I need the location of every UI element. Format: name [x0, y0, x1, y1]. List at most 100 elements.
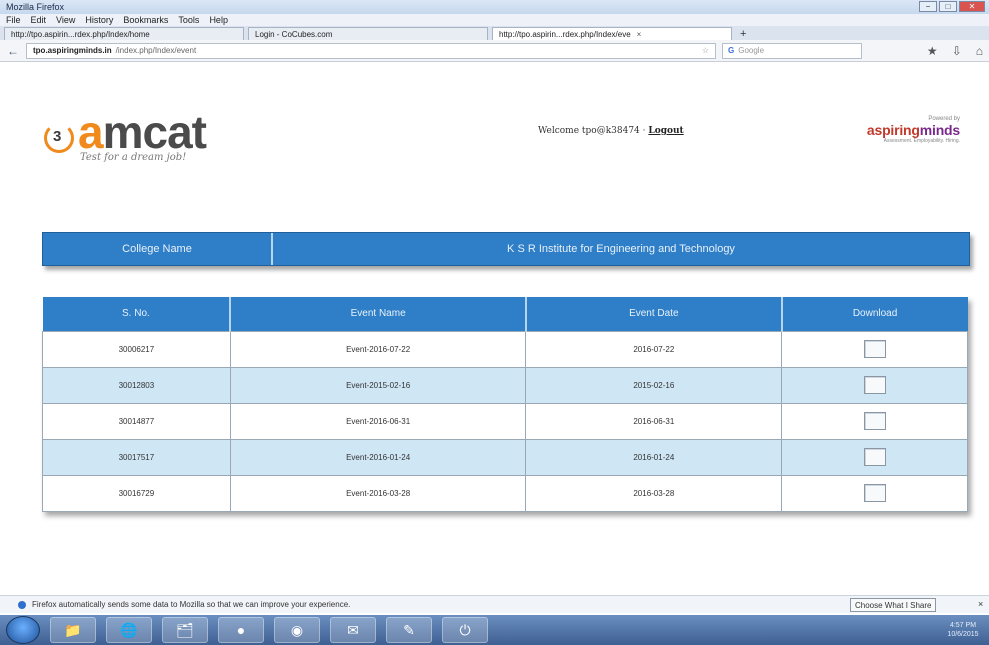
windows-taskbar: 📁 🌐 🗂 ● ◉ ✉ ✎ ⏻ 4:57 PM 10/6/2015 [0, 615, 989, 645]
tab-event[interactable]: http://tpo.aspirin...rdex.php/Index/eve … [492, 27, 732, 40]
cell-event-name: Event-2016-06-31 [229, 402, 527, 440]
header-event-name: Event Name [230, 297, 527, 331]
brand-name-b: minds [919, 122, 960, 138]
logout-link[interactable]: Logout [648, 126, 683, 136]
minimize-button[interactable]: − [919, 1, 937, 12]
tab-cocubes-label: Login - CoCubes.com [255, 29, 333, 39]
taskbar-chrome-icon[interactable]: ◉ [274, 617, 320, 643]
cell-event-date: 2015-02-16 [525, 366, 783, 404]
menu-history[interactable]: History [85, 15, 113, 25]
table-row: 30016729 Event-2016-03-28 2016-03-28 [42, 474, 968, 512]
home-icon[interactable]: ⌂ [976, 44, 983, 58]
notification-close-icon[interactable]: × [978, 599, 983, 609]
url-host: tpo.aspiringminds.in [33, 46, 112, 55]
events-table: S. No. Event Name Event Date Download 30… [42, 297, 968, 512]
toolbar-icons: ★ ⇩ ⌂ [927, 44, 983, 58]
clock-date: 10/6/2015 [947, 631, 979, 638]
header-event-date: Event Date [525, 297, 783, 331]
cell-download [781, 366, 968, 404]
college-name-label: College Name [43, 233, 273, 265]
window-titlebar: Mozilla Firefox − □ ✕ [0, 0, 989, 14]
download-checkbox[interactable] [863, 376, 886, 394]
amcat-logo[interactable]: amcat Test for a dream job! [44, 109, 207, 163]
menu-view[interactable]: View [56, 15, 75, 25]
cell-event-name: Event-2016-03-28 [229, 474, 527, 512]
bookmark-star-icon[interactable]: ☆ [702, 46, 709, 55]
taskbar-clock[interactable]: 4:57 PM 10/6/2015 [943, 621, 983, 639]
aspiringminds-logo[interactable]: Powered by aspiringminds Assessment. Emp… [828, 116, 960, 144]
cell-event-date: 2016-03-28 [525, 474, 783, 512]
cell-download [781, 330, 968, 368]
download-checkbox[interactable] [863, 340, 886, 358]
logo-tagline: Test for a dream job! [80, 152, 187, 163]
cell-sno: 30016729 [42, 474, 231, 512]
table-row: 30012803 Event-2015-02-16 2015-02-16 [42, 366, 968, 404]
close-button[interactable]: ✕ [959, 1, 985, 12]
tab-home-label: http://tpo.aspirin...rdex.php/Index/home [11, 29, 150, 39]
url-bar[interactable]: tpo.aspiringminds.in /index.php/Index/ev… [26, 42, 716, 59]
bookmarks-icon[interactable]: ★ [927, 44, 938, 58]
logo-wordmark: amcat [78, 109, 207, 155]
brand-subtitle: Assessment. Employability. Hiring. [883, 138, 960, 144]
cell-event-date: 2016-06-31 [525, 402, 783, 440]
cell-event-name: Event-2016-01-24 [229, 438, 527, 476]
logo-text-wrap: amcat Test for a dream job! [78, 109, 207, 163]
taskbar-firefox-icon[interactable]: ● [218, 617, 264, 643]
cell-event-date: 2016-01-24 [525, 438, 783, 476]
brand-name-a: aspiring [866, 122, 920, 138]
new-tab-button[interactable]: + [736, 28, 750, 40]
cell-event-name: Event-2016-07-22 [229, 330, 527, 368]
cell-sno: 30014877 [42, 402, 231, 440]
search-input[interactable]: G Google [722, 42, 862, 59]
download-checkbox[interactable] [863, 484, 886, 502]
choose-what-i-share-button[interactable]: Choose What I Share [850, 598, 937, 612]
brand-name: aspiringminds [828, 122, 960, 138]
info-icon [18, 600, 26, 609]
search-placeholder: Google [738, 46, 765, 55]
navigation-bar: ← tpo.aspiringminds.in /index.php/Index/… [0, 40, 989, 62]
menu-help[interactable]: Help [209, 15, 228, 25]
url-path: /index.php/Index/event [115, 46, 197, 55]
menu-edit[interactable]: Edit [31, 15, 47, 25]
logo-wordmark-prefix: a [78, 106, 104, 158]
menu-bookmarks[interactable]: Bookmarks [123, 15, 168, 25]
cell-sno: 30017517 [42, 438, 231, 476]
maximize-button[interactable]: □ [939, 1, 957, 12]
clock-time: 4:57 PM [949, 622, 977, 629]
download-checkbox[interactable] [863, 448, 886, 466]
download-checkbox[interactable] [863, 412, 886, 430]
start-button[interactable] [6, 616, 40, 644]
college-name-bar: College Name K S R Institute for Enginee… [42, 232, 970, 266]
amcat-logo-icon [44, 123, 74, 153]
cell-download [781, 438, 968, 476]
back-arrow-icon[interactable]: ← [6, 44, 20, 58]
download-icon[interactable]: ⇩ [952, 44, 962, 58]
taskbar-explorer-icon[interactable]: 📁 [50, 617, 96, 643]
taskbar-app-icon[interactable]: ⏻ [442, 617, 488, 643]
tab-event-label: http://tpo.aspirin...rdex.php/Index/eve [499, 29, 631, 39]
table-header-row: S. No. Event Name Event Date Download [42, 297, 968, 331]
notification-text: Firefox automatically sends some data to… [32, 600, 351, 609]
search-engine-icon[interactable]: G [728, 46, 734, 55]
welcome-text: Welcome tpo@k38474 · [538, 126, 649, 136]
window-title: Mozilla Firefox [6, 2, 65, 12]
menu-bar: File Edit View History Bookmarks Tools H… [0, 14, 989, 26]
logo-wordmark-rest: mcat [102, 106, 207, 158]
table-row: 30017517 Event-2016-01-24 2016-01-24 [42, 438, 968, 476]
college-name-value: K S R Institute for Engineering and Tech… [507, 243, 735, 255]
taskbar-paint-icon[interactable]: ✎ [386, 617, 432, 643]
cell-download [781, 474, 968, 512]
cell-sno: 30006217 [42, 330, 231, 368]
menu-file[interactable]: File [6, 15, 21, 25]
taskbar-folder-icon[interactable]: 🗂 [162, 617, 208, 643]
tab-cocubes[interactable]: Login - CoCubes.com [248, 27, 488, 40]
menu-tools[interactable]: Tools [178, 15, 199, 25]
cell-sno: 30012803 [42, 366, 231, 404]
system-tray: 4:57 PM 10/6/2015 [943, 621, 989, 639]
tab-home[interactable]: http://tpo.aspirin...rdex.php/Index/home [4, 27, 244, 40]
cell-download [781, 402, 968, 440]
welcome-message: Welcome tpo@k38474 · Logout [538, 126, 684, 136]
taskbar-mail-icon[interactable]: ✉ [330, 617, 376, 643]
tab-close-icon[interactable]: × [637, 30, 642, 39]
taskbar-ie-icon[interactable]: 🌐 [106, 617, 152, 643]
